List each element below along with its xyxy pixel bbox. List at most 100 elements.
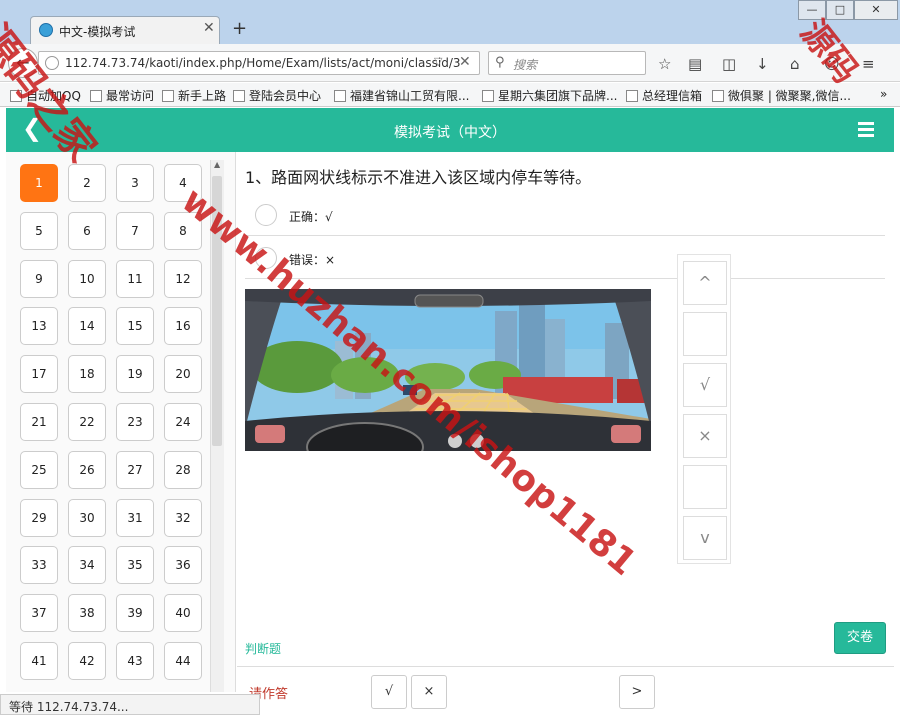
download-icon[interactable]: ↓ <box>756 55 769 73</box>
next-question-button[interactable]: > <box>619 675 655 709</box>
question-number-button[interactable]: 41 <box>20 642 58 680</box>
option-true[interactable]: 正确：√ <box>245 194 885 236</box>
new-tab-icon[interactable]: + <box>232 18 247 39</box>
bookmark-item[interactable]: 微俱聚 | 微聚聚,微信... <box>712 87 851 104</box>
bookmark-item[interactable]: 福建省锦山工贸有限... <box>334 87 469 104</box>
bookmarks-overflow[interactable]: » <box>880 87 887 101</box>
site-info-icon[interactable] <box>45 56 59 70</box>
answer-true-button[interactable]: √ <box>371 675 407 709</box>
question-number-button[interactable]: 3 <box>116 164 154 202</box>
question-number-button[interactable]: 27 <box>116 450 154 489</box>
pocket-icon[interactable]: ◫ <box>722 55 736 73</box>
question-number-button[interactable]: 1 <box>20 164 58 202</box>
browser-nav-bar: ← 112.74.73.74/kaoti/index.php/Home/Exam… <box>0 44 900 82</box>
scroll-down-button[interactable]: v <box>683 516 727 560</box>
question-number-button[interactable]: 23 <box>116 403 154 441</box>
bookmark-item[interactable]: 登陆会员中心 <box>233 87 321 104</box>
question-number-button[interactable]: 12 <box>164 259 202 298</box>
question-number-button[interactable]: 16 <box>164 307 202 346</box>
browser-menu-icon[interactable]: ≡ <box>862 55 875 73</box>
search-icon: ⚲ <box>495 55 505 70</box>
question-number-button[interactable]: 10 <box>68 259 106 298</box>
question-number-button[interactable]: 39 <box>116 594 154 633</box>
question-number-button[interactable]: 8 <box>164 211 202 250</box>
question-number-button[interactable]: 28 <box>164 450 202 489</box>
bookmark-item[interactable]: 新手上路 <box>162 87 226 104</box>
question-number-button[interactable]: 44 <box>164 642 202 680</box>
question-number-button[interactable]: 31 <box>116 498 154 537</box>
browser-tab[interactable]: 中文-模拟考试 ✕ <box>30 16 220 44</box>
question-number-button[interactable]: 33 <box>20 546 58 585</box>
question-number-button[interactable]: 22 <box>68 403 106 441</box>
question-number-panel: 1 2 3 4 5 6 7 8 9 10 11 12 13 14 15 16 17 18 19 20 21 22 23 24 2… <box>6 152 236 692</box>
bookmark-item[interactable]: 最常访问 <box>90 87 154 104</box>
url-dropdown-icon[interactable]: ▽ <box>434 55 442 68</box>
question-number-button[interactable]: 4 <box>164 164 202 202</box>
question-number-button[interactable]: 15 <box>116 307 154 346</box>
question-number-button[interactable]: 21 <box>20 403 58 441</box>
app-header: ❮ 模拟考试（中文） <box>6 108 894 152</box>
mark-true-button[interactable]: √ <box>683 363 727 407</box>
scroll-up-icon[interactable]: ▲ <box>214 160 220 169</box>
bookmark-icon <box>482 90 494 102</box>
question-number-button[interactable]: 9 <box>20 259 58 298</box>
question-number-button[interactable]: 2 <box>68 164 106 202</box>
question-number-button[interactable]: 36 <box>164 546 202 585</box>
side-tool-empty[interactable] <box>683 312 727 356</box>
emoji-icon[interactable]: ☺ <box>824 55 840 73</box>
scrollbar-thumb[interactable] <box>212 176 222 446</box>
question-number-button[interactable]: 40 <box>164 594 202 633</box>
question-number-button[interactable]: 7 <box>116 211 154 250</box>
star-icon[interactable]: ☆ <box>658 55 671 73</box>
question-number-button[interactable]: 17 <box>20 355 58 394</box>
question-image <box>245 289 651 451</box>
question-number-button[interactable]: 14 <box>68 307 106 346</box>
question-number-button[interactable]: 11 <box>116 259 154 298</box>
question-number-button[interactable]: 26 <box>68 450 106 489</box>
search-placeholder: 搜索 <box>513 58 538 72</box>
radio-button[interactable] <box>255 204 277 226</box>
address-bar[interactable]: 112.74.73.74/kaoti/index.php/Home/Exam/l… <box>38 51 480 75</box>
answer-bar: 请作答 √ × > <box>237 666 894 714</box>
question-number-button[interactable]: 30 <box>68 498 106 537</box>
radio-button[interactable] <box>255 247 277 269</box>
maximize-button[interactable]: □ <box>826 0 854 20</box>
scroll-up-button[interactable]: ^ <box>683 261 727 305</box>
close-window-button[interactable]: ✕ <box>854 0 898 20</box>
stop-icon[interactable]: ✕ <box>459 54 471 70</box>
question-number-button[interactable]: 5 <box>20 211 58 250</box>
submit-exam-button[interactable]: 交卷 <box>834 622 886 654</box>
question-number-button[interactable]: 37 <box>20 594 58 633</box>
tab-close-icon[interactable]: ✕ <box>203 20 215 36</box>
question-number-button[interactable]: 32 <box>164 498 202 537</box>
question-number-button[interactable]: 25 <box>20 450 58 489</box>
question-number-button[interactable]: 34 <box>68 546 106 585</box>
option-false[interactable]: 错误：× <box>245 237 885 279</box>
question-number-button[interactable]: 20 <box>164 355 202 394</box>
question-number-button[interactable]: 38 <box>68 594 106 633</box>
question-number-button[interactable]: 35 <box>116 546 154 585</box>
browser-tab-bar: 中文-模拟考试 ✕ + — □ ✕ <box>0 0 900 44</box>
search-box[interactable]: ⚲ 搜索 <box>488 51 646 75</box>
question-number-button[interactable]: 18 <box>68 355 106 394</box>
mark-false-button[interactable]: × <box>683 414 727 458</box>
question-number-button[interactable]: 19 <box>116 355 154 394</box>
back-arrow-icon[interactable]: ← <box>8 48 38 78</box>
question-number-button[interactable]: 24 <box>164 403 202 441</box>
question-number-button[interactable]: 43 <box>116 642 154 680</box>
minimize-button[interactable]: — <box>798 0 826 20</box>
home-icon[interactable]: ⌂ <box>790 55 800 73</box>
reading-list-icon[interactable]: ▤ <box>688 55 702 73</box>
side-tool-empty[interactable] <box>683 465 727 509</box>
question-number-button[interactable]: 6 <box>68 211 106 250</box>
bookmark-item[interactable]: 自动加QQ <box>10 87 81 104</box>
question-number-button[interactable]: 13 <box>20 307 58 346</box>
status-bar: 等待 112.74.73.74... <box>0 694 260 715</box>
road-scene-illustration <box>245 289 651 451</box>
answer-false-button[interactable]: × <box>411 675 447 709</box>
question-number-button[interactable]: 29 <box>20 498 58 537</box>
bookmark-item[interactable]: 星期六集团旗下品牌... <box>482 87 617 104</box>
bookmark-item[interactable]: 总经理信箱 <box>626 87 702 104</box>
menu-icon[interactable] <box>858 122 874 137</box>
question-number-button[interactable]: 42 <box>68 642 106 680</box>
